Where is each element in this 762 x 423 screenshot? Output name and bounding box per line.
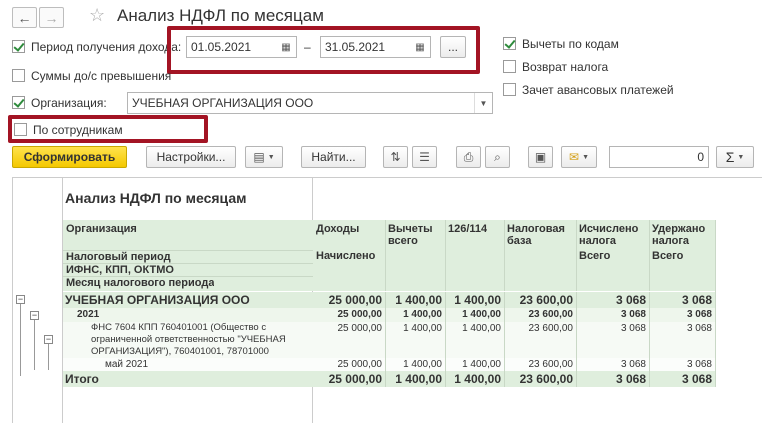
header-126: 126/114: [448, 223, 488, 235]
period-label: Период получения дохода:: [31, 40, 182, 54]
header-withheld-total: Всего: [652, 250, 684, 262]
row-month-calc: 3 068: [620, 359, 646, 370]
row-ifns-income: 25 000,00: [337, 323, 383, 334]
header-base: Налоговая база: [507, 223, 565, 247]
row-org-label: УЧЕБНАЯ ОРГАНИЗАЦИЯ ООО: [65, 293, 250, 307]
page-title: Анализ НДФЛ по месяцам: [117, 6, 324, 25]
row-ifns-label: ФНС 7604 КПП 760401001 (Общество с огран…: [91, 322, 286, 357]
row-year-income: 25 000,00: [337, 309, 383, 320]
sum-field[interactable]: 0: [609, 146, 709, 168]
sort-icon: ⇅: [390, 150, 401, 164]
row-ifns-base: 23 600,00: [528, 323, 574, 334]
envelope-icon: ✉: [569, 150, 580, 164]
deductions-checkbox[interactable]: [503, 37, 516, 50]
row-ifns-126: 1 400,00: [462, 323, 501, 334]
row-year-126: 1 400,00: [462, 309, 501, 320]
save-button[interactable]: ▣: [528, 146, 553, 168]
sigma-icon: Σ: [725, 149, 735, 165]
chevron-down-icon: ▼: [737, 153, 745, 161]
row-org-base: 23 600,00: [519, 293, 573, 307]
total-deduct: 1 400,00: [395, 372, 442, 386]
row-year-calc: 3 068: [620, 309, 646, 320]
header-accrued: Начислено: [316, 250, 376, 262]
back-button[interactable]: ←: [12, 7, 37, 28]
row-year-base: 23 600,00: [528, 309, 574, 320]
sort-desc-button[interactable]: ☰: [412, 146, 437, 168]
variants-button[interactable]: ▤ ▼: [245, 146, 283, 168]
row-org-income: 25 000,00: [328, 293, 382, 307]
row-month-income: 25 000,00: [337, 359, 383, 370]
row-org-withheld: 3 068: [681, 293, 712, 307]
row-month-label: май 2021: [105, 359, 149, 370]
header-ifns: ИФНС, КПП, ОКТМО: [66, 264, 174, 276]
row-year-label: 2021: [77, 309, 100, 320]
copy-icon: ▤: [253, 150, 265, 164]
generate-button[interactable]: Сформировать: [12, 146, 127, 168]
header-deductions: Вычеты всего: [388, 223, 433, 247]
find-button[interactable]: Найти...: [301, 146, 366, 168]
advance-label: Зачет авансовых платежей: [522, 83, 674, 97]
row-year-withheld: 3 068: [686, 309, 712, 320]
org-checkbox[interactable]: [12, 96, 25, 109]
header-income: Доходы: [316, 223, 360, 235]
row-org-deduct: 1 400,00: [395, 293, 442, 307]
header-calculated-total: Всего: [579, 250, 611, 262]
print-button[interactable]: ⎙: [456, 146, 481, 168]
deductions-label: Вычеты по кодам: [522, 37, 619, 51]
header-month: Месяц налогового периода: [66, 277, 215, 289]
collapse-icon[interactable]: −: [16, 295, 25, 304]
sort-asc-button[interactable]: ⇅: [383, 146, 408, 168]
magnifier-icon: ⌕: [494, 149, 501, 164]
report-title: Анализ НДФЛ по месяцам: [65, 190, 247, 206]
header-withheld: Удержано налога: [652, 223, 706, 247]
refund-checkbox[interactable]: [503, 60, 516, 73]
header-period: Налоговый период: [66, 251, 171, 263]
report-area[interactable]: Анализ НДФЛ по месяцам Организация Налог…: [12, 177, 762, 423]
total-calc: 3 068: [615, 372, 646, 386]
org-select[interactable]: УЧЕБНАЯ ОРГАНИЗАЦИЯ ООО ▼: [127, 92, 493, 114]
highlight-period: [167, 26, 480, 74]
collapse-icon[interactable]: −: [30, 311, 39, 320]
org-label: Организация:: [31, 96, 107, 110]
highlight-employees: [8, 115, 208, 143]
chevron-down-icon: ▼: [582, 153, 589, 161]
total-withheld: 3 068: [681, 372, 712, 386]
row-month-withheld: 3 068: [686, 359, 712, 370]
header-org: Организация: [66, 223, 137, 235]
floppy-icon: ▣: [534, 150, 547, 164]
email-button[interactable]: ✉ ▼: [561, 146, 597, 168]
arrow-left-icon: ←: [17, 9, 32, 26]
row-month-126: 1 400,00: [462, 359, 501, 370]
arrow-right-icon: →: [44, 9, 59, 26]
chevron-down-icon[interactable]: ▼: [474, 93, 492, 113]
total-126: 1 400,00: [454, 372, 501, 386]
total-base: 23 600,00: [519, 372, 573, 386]
preview-button[interactable]: ⌕: [485, 146, 510, 168]
total-label: Итого: [65, 372, 99, 386]
row-month-deduct: 1 400,00: [403, 359, 442, 370]
row-ifns-calc: 3 068: [620, 323, 646, 334]
printer-icon: ⎙: [463, 149, 474, 164]
row-month-base: 23 600,00: [528, 359, 574, 370]
row-ifns-withheld: 3 068: [686, 323, 712, 334]
chevron-down-icon: ▼: [267, 153, 275, 161]
row-org-126: 1 400,00: [454, 293, 501, 307]
sums-checkbox[interactable]: [12, 69, 25, 82]
advance-checkbox[interactable]: [503, 83, 516, 96]
header-calculated: Исчислено налога: [579, 223, 639, 247]
settings-button[interactable]: Настройки...: [146, 146, 236, 168]
list-icon: ☰: [419, 150, 430, 164]
refund-label: Возврат налога: [522, 60, 609, 74]
total-income: 25 000,00: [328, 372, 382, 386]
sums-label: Суммы до/с превышения: [31, 69, 172, 83]
forward-button[interactable]: →: [39, 7, 64, 28]
row-year-deduct: 1 400,00: [403, 309, 442, 320]
row-org-calc: 3 068: [615, 293, 646, 307]
period-checkbox[interactable]: [12, 40, 25, 53]
collapse-icon[interactable]: −: [44, 335, 53, 344]
row-ifns-deduct: 1 400,00: [403, 323, 442, 334]
star-icon[interactable]: ☆: [89, 5, 105, 26]
sum-mode-button[interactable]: Σ ▼: [716, 146, 754, 168]
